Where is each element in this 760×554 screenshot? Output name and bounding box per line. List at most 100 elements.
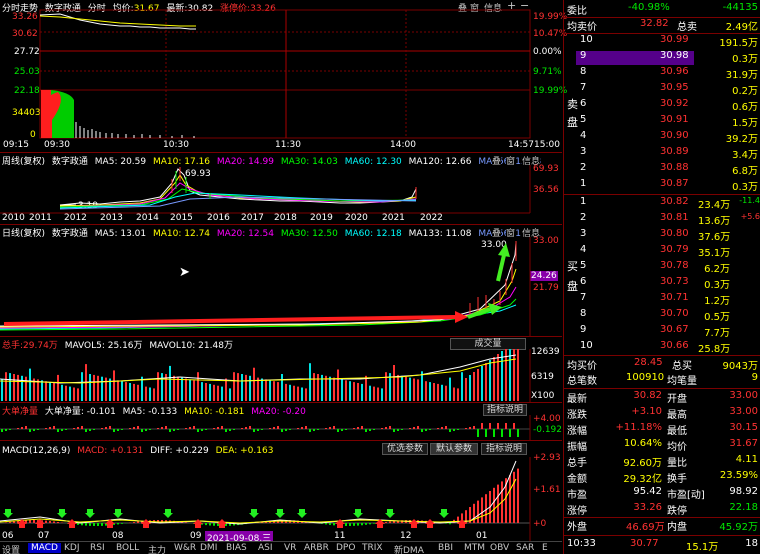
sell-side-label-1: 卖 xyxy=(567,98,578,111)
divider xyxy=(564,194,760,195)
sell-level-row[interactable]: 1 30.87 0.3万 xyxy=(564,178,760,194)
intraday-panel[interactable]: 分时走势 数字政通 分时 均价:31.67 最新:30.82 涨停价:33.26… xyxy=(0,0,567,152)
sell-level-row[interactable]: 3 30.89 3.4万 xyxy=(564,146,760,162)
sell-signal-arrow xyxy=(275,509,285,518)
sell-level-row[interactable]: 6 30.92 0.6万 xyxy=(564,98,760,114)
tick-row[interactable]: 10:33 30.77 15.1万 18 xyxy=(564,538,760,554)
daily-panel[interactable]: 日线(复权) 数字政通 MA5: 13.01 MA10: 12.74 MA20:… xyxy=(0,224,562,337)
tab-dpo[interactable]: DPO xyxy=(336,543,355,553)
tab-bbi[interactable]: BBI xyxy=(438,543,453,553)
sell-level-volume: 31.9万 xyxy=(725,70,758,81)
sell-level-volume: 1.5万 xyxy=(732,118,758,129)
buy-level-number: 3 xyxy=(580,228,587,239)
stat-label: 最高 xyxy=(667,410,687,421)
buy-avg-label: 均买价 xyxy=(567,361,597,372)
sell-level-row[interactable]: 8 30.96 31.9万 xyxy=(564,66,760,82)
stat-value: 30.15 xyxy=(729,422,758,433)
sell-signal-arrow xyxy=(85,509,95,518)
quote-panel: 委比 -40.98% -44135 均卖价 32.82 总卖 2.49亿 10 3… xyxy=(563,0,760,554)
stat-value: 95.42 xyxy=(633,486,662,497)
stat-row: 金额 29.32亿 换手 23.59% xyxy=(564,470,760,486)
buy-signal-arrow xyxy=(67,519,77,528)
sell-level-volume: 3.4万 xyxy=(732,150,758,161)
macd-panel[interactable]: MACD(12,26,9) MACD: +0.131 DIFF: +0.229 … xyxy=(0,440,562,544)
sell-avg-label: 均卖价 xyxy=(567,22,597,33)
inner-value: 45.92万 xyxy=(719,522,758,533)
sell-level-price: 30.87 xyxy=(660,178,689,189)
month-label: 09 xyxy=(190,531,202,541)
sell-level-number: 9 xyxy=(580,50,587,61)
avg-trade-value: 9 xyxy=(751,372,758,383)
stat-row: 最新 30.82 开盘 33.00 xyxy=(564,390,760,406)
sell-level-row[interactable]: 5 30.91 1.5万 xyxy=(564,114,760,130)
tab-boll[interactable]: BOLL xyxy=(116,543,139,553)
stat-label: 开盘 xyxy=(667,394,687,405)
buy-signal-arrow xyxy=(193,519,203,528)
tab-obv[interactable]: OBV xyxy=(490,543,509,553)
tab-sar[interactable]: SAR xyxy=(516,543,534,553)
divider xyxy=(564,535,760,536)
tab-bias[interactable]: BIAS xyxy=(226,543,247,553)
buy-level-volume: 35.1万 xyxy=(698,248,731,259)
macd-help-button[interactable]: 指标说明 xyxy=(481,443,527,455)
default-params-button[interactable]: 默认参数 xyxy=(430,443,478,455)
stat-value: +3.10 xyxy=(631,406,662,417)
stat-label: 涨幅 xyxy=(567,426,587,437)
year-label: 2011 xyxy=(29,213,52,223)
sell-signal-arrow xyxy=(353,509,363,518)
intraday-chart xyxy=(39,9,531,139)
sell-level-row[interactable]: 4 30.90 39.2万 xyxy=(564,130,760,146)
sell-level-number: 5 xyxy=(580,114,587,125)
buy-level-row[interactable]: 6 30.73 0.3万 xyxy=(564,276,760,292)
tab-dmi[interactable]: DMI xyxy=(200,543,217,553)
buy-level-row[interactable]: 4 30.79 35.1万 xyxy=(564,244,760,260)
stat-label: 跌停 xyxy=(667,506,687,517)
tab-asi[interactable]: ASI xyxy=(258,543,273,553)
buy-level-number: 7 xyxy=(580,292,587,303)
bignet-panel[interactable]: 大单净量 大单净量: -0.101 MA5: -0.133 MA10: -0.1… xyxy=(0,402,562,441)
sell-level-price: 30.89 xyxy=(660,146,689,157)
tab-arbr[interactable]: ARBR xyxy=(304,543,329,553)
buy-level-number: 9 xyxy=(580,324,587,335)
tab-e[interactable]: E xyxy=(542,543,548,553)
sell-level-row[interactable]: 9 30.98 0.3万 xyxy=(564,50,760,66)
weibi-value: -40.98% xyxy=(628,2,670,13)
volume-panel[interactable]: 总手:29.74万 MAVOL5: 25.16万 MAVOL10: 21.48万… xyxy=(0,336,562,403)
trades-row: 总笔数 100910 均笔量 9 xyxy=(564,372,760,388)
month-label: 12 xyxy=(400,531,412,541)
divider xyxy=(564,355,760,356)
tab-新dma[interactable]: 新DMA xyxy=(394,543,424,554)
buy-level-volume: 0.3万 xyxy=(704,280,730,291)
tab-w&r[interactable]: W&R xyxy=(174,543,196,553)
tab-vr[interactable]: VR xyxy=(284,543,296,553)
tab-设置[interactable]: 设置 xyxy=(2,543,20,554)
sell-level-row[interactable]: 10 30.99 191.5万 xyxy=(564,34,760,50)
tab-kdj[interactable]: KDJ xyxy=(64,543,80,553)
tab-trix[interactable]: TRIX xyxy=(362,543,383,553)
sell-signal-arrow xyxy=(385,509,395,518)
weekly-panel[interactable]: 周线(复权) 数字政通 MA5: 20.59 MA10: 17.16 MA20:… xyxy=(0,152,562,224)
buy-total-label: 总买 xyxy=(672,361,692,372)
tab-macd[interactable]: MACD xyxy=(28,543,61,553)
buy-level-row[interactable]: 8 30.70 0.5万 xyxy=(564,308,760,324)
buy-level-row[interactable]: 7 30.71 1.2万 xyxy=(564,292,760,308)
stat-value: 92.60万 xyxy=(623,458,662,469)
buy-level-row[interactable]: 3 30.80 37.6万 xyxy=(564,228,760,244)
stat-row: 涨停 33.26 跌停 22.18 xyxy=(564,502,760,518)
sell-level-row[interactable]: 2 30.88 6.8万 xyxy=(564,162,760,178)
buy-level-row[interactable]: 2 30.81 13.6万 +5.6 xyxy=(564,212,760,228)
buy-level-price: 30.82 xyxy=(660,196,689,207)
tab-mtm[interactable]: MTM xyxy=(464,543,485,553)
optimal-params-button[interactable]: 优选参数 xyxy=(382,443,428,455)
sell-level-row[interactable]: 7 30.95 0.2万 xyxy=(564,82,760,98)
buy-level-number: 1 xyxy=(580,196,587,207)
buy-level-row[interactable]: 5 30.78 6.2万 xyxy=(564,260,760,276)
tab-rsi[interactable]: RSI xyxy=(90,543,105,553)
buy-level-row[interactable]: 9 30.67 7.7万 xyxy=(564,324,760,340)
tab-主力[interactable]: 主力 xyxy=(148,543,166,554)
buy-level-row[interactable]: 10 30.66 25.8万 xyxy=(564,340,760,356)
month-label: 07 xyxy=(38,531,50,541)
month-label: 08 xyxy=(112,531,124,541)
buy-level-row[interactable]: 1 30.82 23.4万 -11.4 xyxy=(564,196,760,212)
sell-signal-arrow xyxy=(439,509,449,518)
